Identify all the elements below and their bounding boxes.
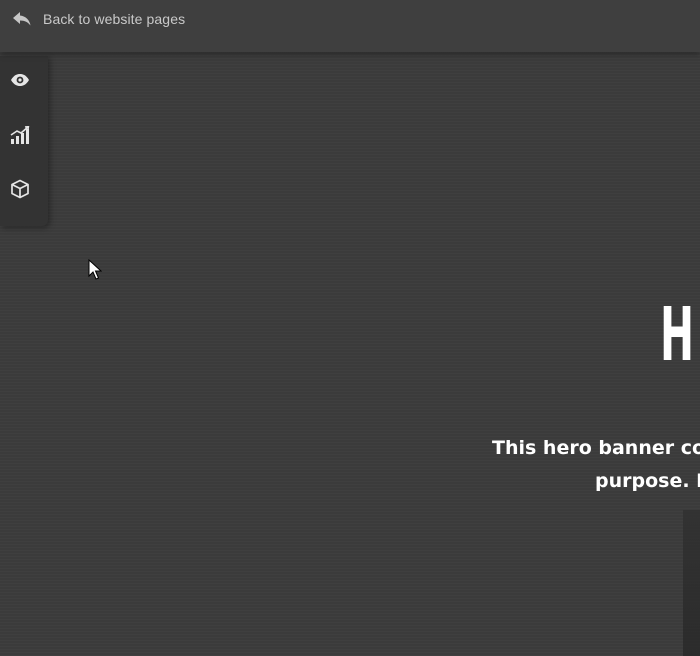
analytics-button[interactable] xyxy=(0,117,40,157)
mouse-cursor-icon xyxy=(88,259,102,280)
side-toolbar xyxy=(0,56,48,226)
bar-chart-icon xyxy=(10,125,30,149)
hero-image-fragment xyxy=(683,510,700,656)
blocks-button[interactable] xyxy=(0,171,40,211)
hero-description-line-1: This hero banner co xyxy=(492,437,700,459)
reply-arrow-icon xyxy=(11,10,33,28)
back-to-website-pages-link[interactable]: Back to website pages xyxy=(11,10,185,28)
top-bar: Back to website pages xyxy=(0,0,700,52)
hero-title: H xyxy=(660,292,695,378)
page: Back to website pages H This hero banner… xyxy=(0,0,700,656)
back-link-label: Back to website pages xyxy=(43,11,186,27)
eye-icon xyxy=(10,73,30,92)
hero-description-line-2: purpose. I xyxy=(595,470,700,492)
preview-button[interactable] xyxy=(0,62,40,102)
cube-icon xyxy=(10,179,30,204)
